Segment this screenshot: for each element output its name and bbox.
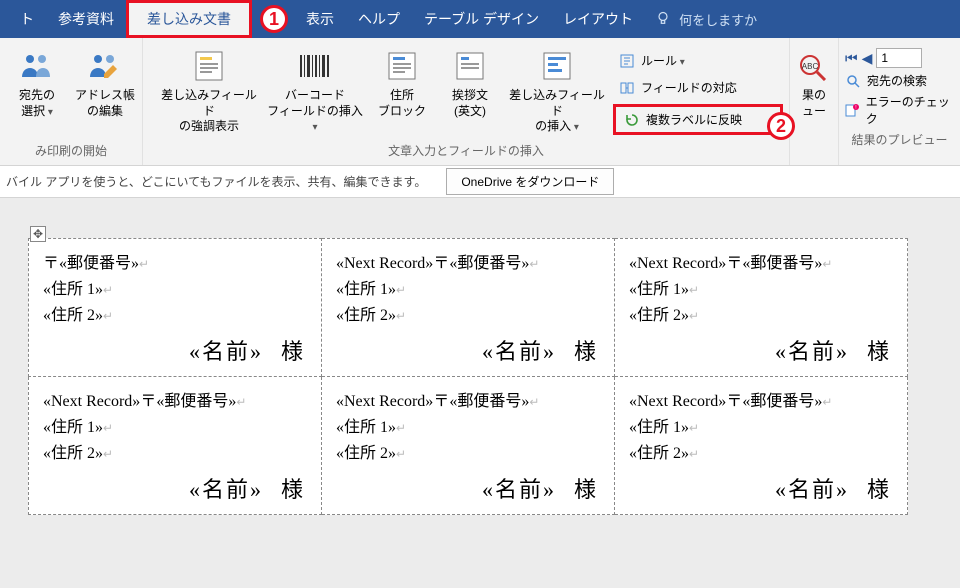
edit-recipient-list-button[interactable]: アドレス帳 の編集 — [74, 42, 136, 119]
label-cell[interactable]: «Next Record»〒«郵便番号»↵ «住所 1»↵ «住所 2»↵ «名… — [322, 239, 615, 377]
find-recipient-button[interactable]: 宛先の検索 — [845, 72, 954, 89]
rules-label: ルール — [641, 52, 685, 69]
select-recipients-label: 宛先の 選択 — [19, 88, 55, 119]
tab-truncated[interactable]: ト — [20, 0, 46, 38]
error-check-icon: ! — [845, 102, 860, 118]
ribbon: 宛先の 選択 アドレス帳 の編集 み印刷の開始 差し込みフィールド の強調表示 — [0, 38, 960, 166]
label-cell[interactable]: 〒«郵便番号»↵ «住所 1»↵ «住所 2»↵ «名前»様 — [29, 239, 322, 377]
match-fields-icon — [619, 80, 635, 96]
check-errors-label: エラーのチェック — [866, 93, 954, 127]
people-icon — [19, 48, 55, 84]
label-table: 〒«郵便番号»↵ «住所 1»↵ «住所 2»↵ «名前»様 «Next Rec… — [28, 238, 908, 515]
tell-me-text: 何をしますか — [679, 10, 757, 29]
group-preview-btn: ABC 果の ュー — [790, 38, 839, 165]
edit-recipient-list-label: アドレス帳 の編集 — [75, 88, 135, 119]
group-write-insert-label: 文章入力とフィールドの挿入 — [149, 138, 783, 165]
search-icon — [845, 73, 861, 89]
match-fields-button[interactable]: フィールドの対応 — [613, 77, 783, 98]
address-block-icon — [384, 48, 420, 84]
group-write-insert: 差し込みフィールド の強調表示 バーコード フィールドの挿入 住所 ブロック 挨… — [143, 38, 790, 165]
highlight-merge-fields-button[interactable]: 差し込みフィールド の強調表示 — [159, 42, 259, 135]
insert-barcode-label: バーコード フィールドの挿入 — [265, 88, 365, 135]
merge-options-stack: ルール フィールドの対応 複数ラベルに反映 2 — [613, 42, 783, 135]
label-cell[interactable]: «Next Record»〒«郵便番号»↵ «住所 1»↵ «住所 2»↵ «名… — [615, 239, 908, 377]
tab-mailings[interactable]: 差し込み文書 — [126, 0, 252, 38]
tab-help[interactable]: ヘルプ — [346, 0, 412, 38]
label-cell[interactable]: «Next Record»〒«郵便番号»↵ «住所 1»↵ «住所 2»↵ «名… — [29, 377, 322, 515]
select-recipients-button[interactable]: 宛先の 選択 — [6, 42, 68, 119]
info-bar: バイル アプリを使うと、どこにいてもファイルを表示、共有、編集できます。 One… — [0, 166, 960, 198]
group-preview-btn-label — [792, 155, 836, 165]
address-block-label: 住所 ブロック — [378, 88, 426, 119]
preview-results-button[interactable]: ABC 果の ュー — [792, 42, 836, 119]
group-preview-results: ⏮ ◀ 宛先の検索 ! エラーのチェック 結果のプレビュー — [839, 38, 960, 165]
tab-view[interactable]: 表示 — [294, 0, 346, 38]
update-labels-icon — [624, 112, 640, 128]
greeting-icon — [452, 48, 488, 84]
match-fields-label: フィールドの対応 — [641, 79, 737, 96]
find-recipient-label: 宛先の検索 — [867, 72, 927, 89]
callout-1: 1 — [260, 5, 288, 33]
svg-text:ABC: ABC — [802, 62, 819, 71]
tab-layout[interactable]: レイアウト — [551, 0, 645, 38]
group-start-merge-label: み印刷の開始 — [6, 138, 136, 165]
rules-icon — [619, 53, 635, 69]
rules-button[interactable]: ルール — [613, 50, 783, 71]
download-onedrive-button[interactable]: OneDrive をダウンロード — [446, 168, 614, 195]
prev-record-button[interactable]: ◀ — [862, 50, 873, 67]
update-labels-label: 複数ラベルに反映 — [646, 111, 742, 128]
highlight-merge-fields-label: 差し込みフィールド の強調表示 — [159, 88, 259, 135]
greeting-line-label: 挨拶文 (英文) — [452, 88, 488, 119]
check-errors-button[interactable]: ! エラーのチェック — [845, 93, 954, 127]
insert-merge-field-button[interactable]: 差し込みフィールド の挿入 — [507, 42, 607, 135]
label-cell[interactable]: «Next Record»〒«郵便番号»↵ «住所 1»↵ «住所 2»↵ «名… — [615, 377, 908, 515]
document-area: ✥ 〒«郵便番号»↵ «住所 1»↵ «住所 2»↵ «名前»様 «Next R… — [0, 198, 960, 588]
insert-barcode-button[interactable]: バーコード フィールドの挿入 — [265, 42, 365, 135]
svg-text:!: ! — [856, 105, 857, 111]
label-cell[interactable]: «Next Record»〒«郵便番号»↵ «住所 1»↵ «住所 2»↵ «名… — [322, 377, 615, 515]
group-start-merge: 宛先の 選択 アドレス帳 の編集 み印刷の開始 — [0, 38, 143, 165]
tell-me[interactable]: 何をしますか — [655, 0, 757, 38]
group-preview-results-label: 結果のプレビュー — [845, 127, 954, 154]
bulb-icon — [655, 10, 671, 29]
barcode-icon — [297, 48, 333, 84]
tab-references[interactable]: 参考資料 — [46, 0, 126, 38]
info-bar-text: バイル アプリを使うと、どこにいてもファイルを表示、共有、編集できます。 — [6, 173, 426, 190]
edit-list-icon — [87, 48, 123, 84]
tab-bar: ト 参考資料 差し込み文書 1 表示 ヘルプ テーブル デザイン レイアウト 何… — [0, 0, 960, 38]
first-record-button[interactable]: ⏮ — [845, 50, 858, 67]
update-labels-button[interactable]: 複数ラベルに反映 — [613, 104, 783, 135]
record-nav: ⏮ ◀ — [845, 48, 954, 68]
highlight-icon — [191, 48, 227, 84]
merge-field-icon — [539, 48, 575, 84]
record-number-input[interactable] — [876, 48, 922, 68]
preview-icon: ABC — [796, 48, 832, 84]
insert-merge-field-label: 差し込みフィールド の挿入 — [507, 88, 607, 135]
tab-table-design[interactable]: テーブル デザイン — [412, 0, 551, 38]
address-block-button[interactable]: 住所 ブロック — [371, 42, 433, 119]
greeting-line-button[interactable]: 挨拶文 (英文) — [439, 42, 501, 119]
preview-results-label: 果の ュー — [802, 88, 826, 119]
